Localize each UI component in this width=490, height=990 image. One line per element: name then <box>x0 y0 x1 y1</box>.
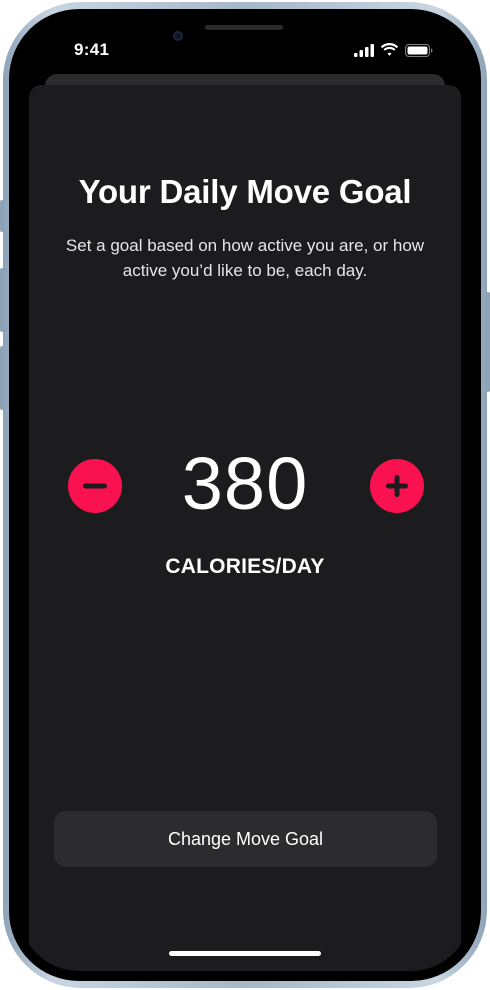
earpiece-speaker <box>205 25 283 30</box>
goal-units-label: CALORIES/DAY <box>165 555 325 578</box>
status-icons <box>354 43 433 57</box>
decrease-goal-button[interactable] <box>68 459 122 513</box>
notch <box>155 19 335 61</box>
goal-value: 380 <box>181 442 309 525</box>
front-camera <box>173 31 183 41</box>
change-move-goal-button[interactable]: Change Move Goal <box>54 811 437 867</box>
page-subtitle: Set a goal based on how active you are, … <box>65 236 425 280</box>
wifi-icon <box>380 43 399 56</box>
volume-up-button <box>0 268 4 332</box>
side-button <box>486 292 490 392</box>
home-indicator[interactable] <box>169 951 321 956</box>
silent-switch <box>0 200 4 232</box>
increase-goal-button[interactable] <box>370 459 424 513</box>
signal-bars-icon <box>354 43 374 57</box>
status-time: 9:41 <box>74 40 110 59</box>
battery-icon <box>405 43 433 57</box>
plus-icon <box>386 475 408 497</box>
page-title: Your Daily Move Goal <box>78 173 412 210</box>
volume-down-button <box>0 346 4 410</box>
screen: 9:41 Your Daily Move Goal Set a goal bas… <box>19 19 471 971</box>
minus-icon <box>83 483 107 489</box>
iphone-device: 9:41 Your Daily Move Goal Set a goal bas… <box>0 0 490 990</box>
